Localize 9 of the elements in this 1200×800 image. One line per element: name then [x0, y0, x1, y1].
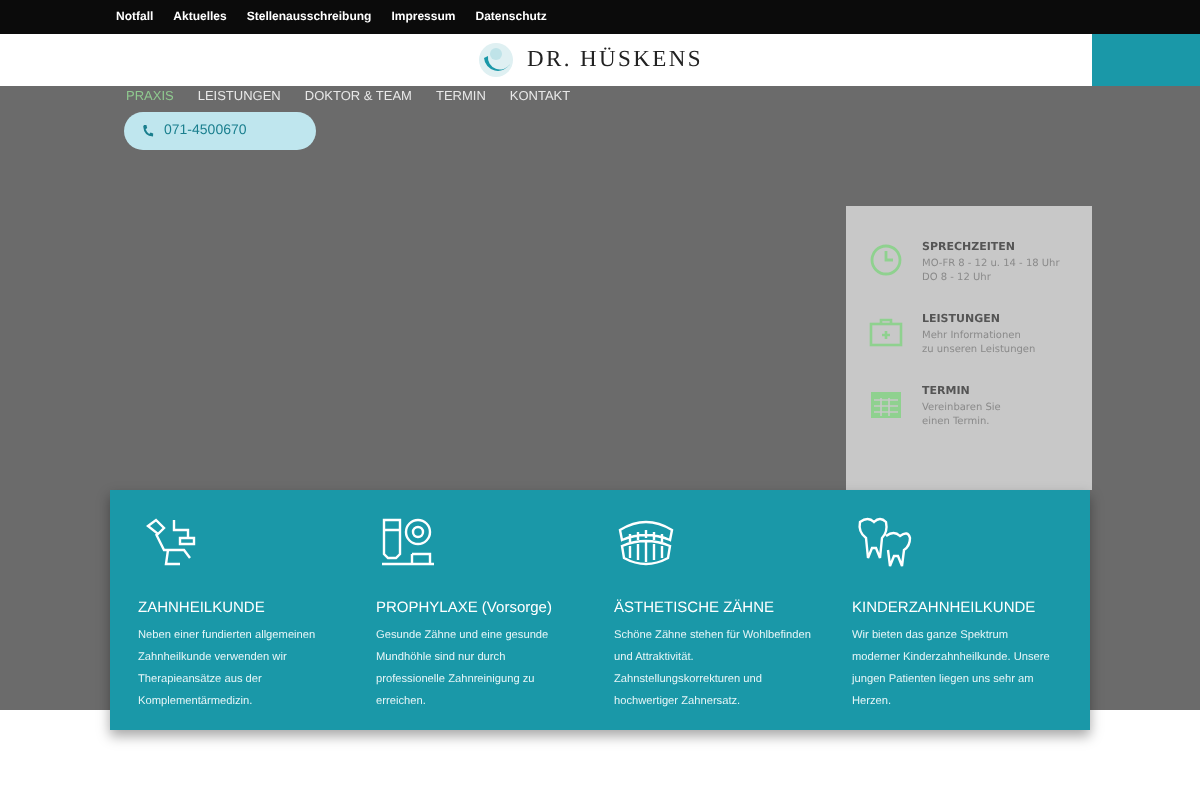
- briefcase-icon: [868, 316, 904, 348]
- calendar-icon: [868, 388, 904, 420]
- header-accent: [1092, 34, 1200, 86]
- phone-icon: [142, 124, 154, 138]
- teeth-icon: [854, 514, 914, 570]
- clock-icon: [868, 244, 904, 276]
- toothpaste-icon: [378, 514, 438, 570]
- logo-text[interactable]: DR. HÜSKENS: [527, 48, 703, 72]
- logo-icon: [477, 42, 514, 78]
